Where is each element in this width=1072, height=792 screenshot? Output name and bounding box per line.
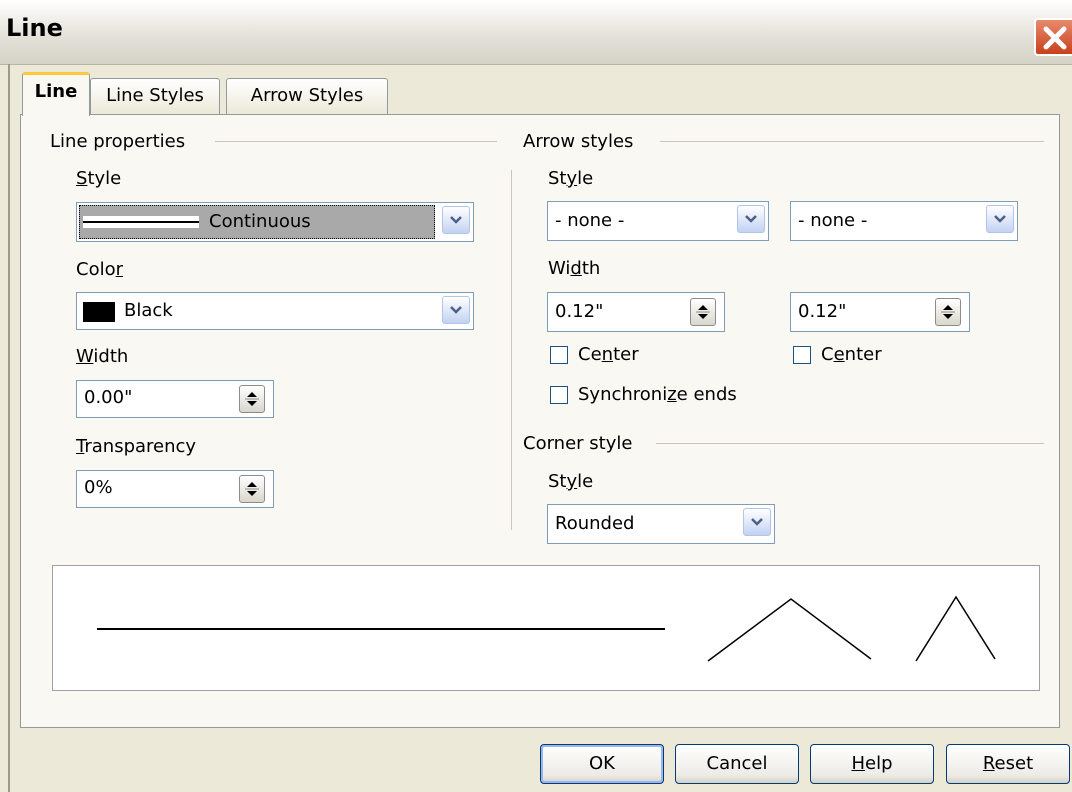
window-border: [8, 64, 10, 792]
arrow-end-width-value: 0.12": [798, 301, 847, 322]
line-width-value: 0.00": [84, 387, 133, 408]
line-color-select[interactable]: Black: [76, 292, 474, 330]
column-separator: [511, 170, 512, 530]
group-divider: [660, 141, 1044, 142]
arrow-start-center-checkbox[interactable]: [550, 346, 568, 364]
tab-arrow-styles[interactable]: Arrow Styles: [226, 78, 388, 114]
arrow-start-dropdown-button[interactable]: [737, 205, 765, 233]
chevron-down-icon: [751, 518, 763, 526]
group-divider: [215, 141, 497, 142]
spin-arrows-icon: [941, 305, 955, 319]
chevron-down-icon: [450, 216, 462, 224]
group-divider: [656, 443, 1044, 444]
line-style-label-rest: tyle: [87, 168, 122, 189]
tab-line[interactable]: Line: [22, 72, 90, 116]
chevron-down-icon: [745, 215, 757, 223]
arrow-end-center-checkbox[interactable]: [793, 346, 811, 364]
corner-style-value: Rounded: [555, 513, 635, 534]
preview-corner-wide: [707, 598, 872, 662]
corner-style-title: Corner style: [523, 433, 639, 454]
title-bar: Line: [0, 0, 1072, 65]
synchronize-ends-checkbox[interactable]: [550, 386, 568, 404]
line-style-select[interactable]: Continuous: [76, 202, 474, 242]
arrow-width-label: Width: [548, 258, 601, 279]
synchronize-ends-label: Synchronize ends: [578, 384, 737, 405]
arrow-end-style-value: - none -: [798, 210, 868, 231]
line-width-spinner[interactable]: [239, 385, 265, 413]
line-color-dropdown-button[interactable]: [442, 296, 470, 324]
arrow-start-style-value: - none -: [555, 210, 625, 231]
preview-drawing: [97, 595, 996, 662]
transparency-value: 0%: [84, 477, 113, 498]
arrow-start-width-value: 0.12": [555, 301, 604, 322]
arrow-end-style-select[interactable]: - none -: [790, 201, 1018, 241]
transparency-spinner[interactable]: [239, 475, 265, 503]
line-style-label: Style: [76, 168, 122, 189]
corner-style-label: Style: [548, 471, 594, 492]
chevron-down-icon: [994, 215, 1006, 223]
close-button[interactable]: [1034, 18, 1072, 56]
ok-button[interactable]: OK: [540, 744, 664, 784]
arrow-start-style-select[interactable]: - none -: [547, 201, 769, 241]
transparency-label: Transparency: [76, 436, 197, 457]
preview-corner-narrow: [915, 595, 996, 662]
corner-style-dropdown-button[interactable]: [743, 508, 771, 536]
line-preview: [52, 565, 1040, 691]
spin-arrows-icon: [245, 392, 259, 406]
arrow-end-dropdown-button[interactable]: [986, 205, 1014, 233]
arrow-start-center-label: Center: [578, 344, 639, 365]
arrow-start-width-field[interactable]: 0.12": [547, 292, 725, 332]
arrow-styles-title: Arrow styles: [523, 131, 640, 152]
arrow-style-label: Style: [548, 168, 594, 189]
close-icon: [1043, 26, 1067, 50]
arrow-end-width-spinner[interactable]: [935, 298, 961, 326]
arrow-start-width-spinner[interactable]: [690, 298, 716, 326]
transparency-field[interactable]: 0%: [76, 470, 274, 508]
line-properties-title: Line properties: [50, 131, 192, 152]
line-color-value: Black: [124, 300, 173, 321]
spin-arrows-icon: [245, 482, 259, 496]
line-style-preview: [83, 216, 199, 228]
line-style-value: Continuous: [209, 211, 311, 232]
tab-line-styles[interactable]: Line Styles: [90, 78, 220, 114]
chevron-down-icon: [450, 306, 462, 314]
help-button[interactable]: Help: [810, 744, 934, 784]
corner-style-select[interactable]: Rounded: [547, 504, 775, 544]
reset-button[interactable]: Reset: [946, 744, 1070, 784]
line-width-label: Width: [76, 346, 129, 367]
arrow-end-width-field[interactable]: 0.12": [790, 292, 970, 332]
line-color-label: Color: [76, 259, 124, 280]
window-title: Line: [6, 14, 63, 42]
arrow-end-center-label: Center: [821, 344, 882, 365]
color-swatch: [83, 302, 115, 322]
line-style-dropdown-button[interactable]: [442, 206, 470, 234]
spin-arrows-icon: [696, 305, 710, 319]
cancel-button[interactable]: Cancel: [675, 744, 799, 784]
line-width-field[interactable]: 0.00": [76, 380, 274, 418]
